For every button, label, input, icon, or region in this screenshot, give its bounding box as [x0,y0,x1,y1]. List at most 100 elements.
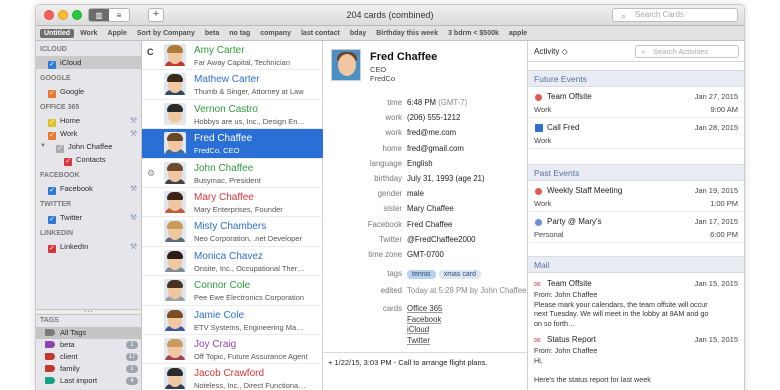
contact-field: time 6:48 PM (GMT-7) [323,97,528,108]
checkbox-icon[interactable]: ✓ [48,245,56,253]
contact-avatar [164,102,186,125]
tag-filter-10[interactable]: 3 bdrm < $500k [444,29,503,38]
mail-subject: Status Report [547,335,596,344]
tag-filter-3[interactable]: Sort by Company [133,29,199,38]
contact-row[interactable]: Joy Craig Off Topic, Future Assurance Age… [142,335,323,365]
contact-row[interactable]: Mary Chaffee Mary Enterprises, Founder [142,188,323,218]
card-link[interactable]: Office 365 [407,303,517,314]
tag-item[interactable]: client 17 [36,351,141,363]
mail-item[interactable]: ✉ Status Report Jan 15, 2015 From: John Cha… [528,332,744,386]
checkbox-icon[interactable]: ✓ [56,145,64,153]
field-value[interactable]: English [407,158,433,169]
sidebar-item[interactable]: ✓ iCloud [36,56,141,69]
contact-row[interactable]: ⚙ John Chaffee Busymac, President [142,159,323,188]
tag-filter-2[interactable]: Apple [103,29,130,38]
sidebar-item[interactable]: ✓ Twitter ⚒ [36,211,141,224]
checkbox-icon[interactable]: ✓ [48,187,56,195]
tag-item[interactable]: beta 1 [36,339,141,351]
tag-filter-4[interactable]: beta [201,29,223,38]
contact-row[interactable]: Mathew Carter Thumb & Singer, Attorney at… [142,70,323,100]
tag-filter-1[interactable]: Work [76,29,101,38]
sidebar-item[interactable]: ✓ Work ⚒ [36,127,141,140]
minimize-window-button[interactable] [58,10,68,20]
card-link[interactable]: iCloud [407,324,517,335]
contact-row[interactable]: Jacob Crawford Noteless, Inc., Direct Fun… [142,364,323,390]
sidebar-item[interactable]: ✓ LinkedIn ⚒ [36,240,141,253]
field-value[interactable]: Fred Chaffee [407,219,452,230]
field-value[interactable]: (206) 555-1212 [407,112,460,123]
field-value[interactable]: male [407,188,424,199]
card-view-icon[interactable]: ▥ [89,9,109,21]
contact-row[interactable]: Jamie Cole ETV Systems, Engineering Ma… [142,306,323,335]
contact-name: Monica Chavez [194,250,263,262]
field-value[interactable]: Mary Chaffee [407,203,454,214]
contact-field: sister Mary Chaffee [323,203,528,214]
field-value[interactable]: @FredChaffee2000 [407,234,475,245]
checkbox-icon[interactable]: ✓ [48,132,56,140]
contact-note[interactable]: + 1/22/15, 3:03 PM - Call to arrange fli… [323,352,528,367]
tag-filter-5[interactable]: no tag [225,29,254,38]
zoom-window-button[interactable] [72,10,82,20]
contact-row[interactable]: Amy Carter Far Away Capital, Technician [142,41,323,71]
search-activities-input[interactable]: ⌕ Search Activities [635,45,739,58]
event-calendar: Work [534,136,552,145]
event-item[interactable]: Call Fred Work Jan 28, 2015 [528,119,744,149]
view-mode-segmented-control[interactable]: ▥ ≡ [88,8,130,22]
mail-preview-line: next Tuesday. We will meet in the lobby … [534,309,709,318]
tag-filter-0[interactable]: Untitled [40,28,75,38]
field-label: home [382,143,402,153]
card-link[interactable]: Facebook [407,314,517,325]
search-cards-input[interactable]: ⌕ Search Cards [612,8,738,22]
contact-row[interactable]: Vernon Castro Hobbys are us, Inc., Design… [142,100,323,130]
sidebar-item[interactable]: ✓ Home ⚒ [36,114,141,127]
field-value[interactable]: GMT-0700 [407,249,444,260]
field-value[interactable]: 6:48 PM (GMT-7) [407,97,467,108]
checkbox-icon[interactable]: ✓ [48,119,56,127]
mail-header: Mail [528,256,744,273]
checkbox-icon[interactable]: ✓ [48,61,56,69]
add-card-button[interactable]: + [148,8,164,22]
tag-filter-6[interactable]: company [256,29,295,38]
close-window-button[interactable] [44,10,54,20]
tag-item[interactable]: family 1 [36,363,141,375]
field-label: time [387,98,402,107]
event-item[interactable]: Team Offsite Work Jan 27, 2015 9:00 AM [528,88,744,118]
tag-filter-11[interactable]: apple [505,29,531,38]
tag-filter-7[interactable]: last contact [297,29,344,38]
tag-filter-9[interactable]: Birthday this week [372,29,442,38]
tag-pill[interactable]: xmas card [438,270,481,279]
sidebar-item[interactable]: ▼ ✓ John Chaffee [36,140,141,153]
tag-item[interactable]: Last import 4 [36,375,141,387]
event-date: Jan 19, 2015 [694,186,738,195]
list-view-icon[interactable]: ≡ [109,9,129,21]
contact-row[interactable]: Misty Chambers Neo Corporation, .net Deve… [142,217,323,247]
activity-filter-popup[interactable]: Activity ◇ [534,47,568,56]
sidebar-item[interactable]: ✓ Google [36,85,141,98]
contact-row[interactable]: Fred Chaffee FredCo, CEO [142,129,323,159]
field-value-text: English [407,158,433,168]
field-value[interactable]: July 31, 1993 (age 21) [407,173,485,184]
tag-filter-8[interactable]: bday [346,29,370,38]
contact-row[interactable]: Monica Chavez Onsite, Inc., Occupational … [142,247,323,277]
sidebar-item[interactable]: ✓ Contacts [36,153,141,166]
tag-list: All Tags beta 1 client 17 family 1 Last import 4 [36,327,141,387]
mail-item[interactable]: ✉ Team Offsite Jan 15, 2015 From: John Chaf… [528,276,744,330]
tag-item[interactable]: All Tags [36,327,141,339]
field-label: birthday [374,174,402,183]
contact-avatar [164,308,186,331]
tag-pill[interactable]: tennis [407,270,436,279]
field-value[interactable]: fred@gmail.com [407,143,464,154]
card-link[interactable]: Twitter [407,335,517,346]
sidebar-item[interactable]: ✓ Facebook ⚒ [36,182,141,195]
contact-row[interactable]: Connor Cole Pee Ewe Electronics Corporati… [142,276,323,306]
contact-photo[interactable] [331,49,361,81]
event-item[interactable]: Party @ Mary's Personal Jan 17, 2015 6:00 P… [528,213,744,243]
disclosure-triangle-icon[interactable]: ▼ [40,140,46,153]
checkbox-icon[interactable]: ✓ [64,158,72,166]
field-value[interactable]: fred@me.com [407,127,456,138]
checkbox-icon[interactable]: ✓ [48,90,56,98]
checkbox-icon[interactable]: ✓ [48,216,56,224]
event-item[interactable]: Weekly Staff Meeting Work Jan 19, 2015 1:00… [528,182,744,212]
field-label: Facebook [367,219,402,229]
sidebar-item-label: iCloud [60,58,82,67]
